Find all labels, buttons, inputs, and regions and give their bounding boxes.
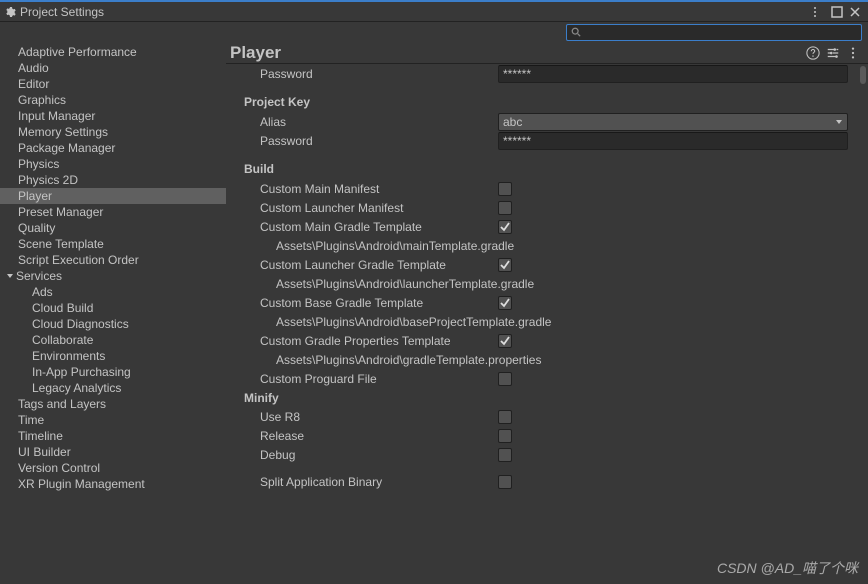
menu-icon[interactable] [813, 6, 825, 18]
sidebar-item-player[interactable]: Player [0, 188, 226, 204]
alias-label: Alias [244, 115, 498, 129]
content-pane: Player Password Project Key Alias abc [226, 42, 868, 584]
sidebar-item-version-control[interactable]: Version Control [0, 460, 226, 476]
search-box[interactable] [566, 24, 862, 41]
gear-icon [4, 6, 16, 18]
titlebar: Project Settings [0, 0, 868, 22]
custom-launcher-gradle-checkbox[interactable] [498, 258, 512, 272]
alias-dropdown[interactable]: abc [498, 113, 848, 131]
chevron-down-icon [4, 270, 16, 282]
debug-label: Debug [244, 448, 498, 462]
sidebar-item-input-manager[interactable]: Input Manager [0, 108, 226, 124]
sidebar-item-cloud-build[interactable]: Cloud Build [0, 300, 226, 316]
sidebar-item-ui-builder[interactable]: UI Builder [0, 444, 226, 460]
sidebar: Adaptive Performance Audio Editor Graphi… [0, 42, 226, 584]
window-title: Project Settings [20, 5, 810, 19]
sidebar-item-editor[interactable]: Editor [0, 76, 226, 92]
sidebar-item-services[interactable]: Services [0, 268, 226, 284]
scrollbar-thumb[interactable] [860, 66, 866, 84]
maximize-icon[interactable] [831, 6, 843, 18]
chevron-down-icon [835, 118, 843, 126]
sidebar-item-time[interactable]: Time [0, 412, 226, 428]
sidebar-item-adaptive-performance[interactable]: Adaptive Performance [0, 44, 226, 60]
custom-main-manifest-checkbox[interactable] [498, 182, 512, 196]
sidebar-item-cloud-diagnostics[interactable]: Cloud Diagnostics [0, 316, 226, 332]
sidebar-item-label: Services [16, 268, 62, 284]
search-input[interactable] [585, 26, 857, 38]
custom-main-gradle-label: Custom Main Gradle Template [244, 220, 498, 234]
custom-base-gradle-path: Assets\Plugins\Android\baseProjectTempla… [244, 315, 551, 329]
split-binary-label: Split Application Binary [244, 475, 498, 489]
help-icon[interactable] [806, 46, 820, 60]
sidebar-item-scene-template[interactable]: Scene Template [0, 236, 226, 252]
page-title: Player [230, 43, 800, 63]
sidebar-item-legacy-analytics[interactable]: Legacy Analytics [0, 380, 226, 396]
use-r8-label: Use R8 [244, 410, 498, 424]
close-icon[interactable] [849, 6, 861, 18]
content-header: Player [226, 42, 868, 64]
section-minify: Minify [244, 388, 848, 407]
sidebar-item-quality[interactable]: Quality [0, 220, 226, 236]
alias-value: abc [503, 115, 522, 129]
custom-proguard-label: Custom Proguard File [244, 372, 498, 386]
sidebar-item-physics-2d[interactable]: Physics 2D [0, 172, 226, 188]
custom-gradle-props-path: Assets\Plugins\Android\gradleTemplate.pr… [244, 353, 541, 367]
sidebar-item-graphics[interactable]: Graphics [0, 92, 226, 108]
custom-launcher-gradle-label: Custom Launcher Gradle Template [244, 258, 498, 272]
split-binary-checkbox[interactable] [498, 475, 512, 489]
custom-base-gradle-label: Custom Base Gradle Template [244, 296, 498, 310]
sidebar-item-script-execution-order[interactable]: Script Execution Order [0, 252, 226, 268]
content-body: Password Project Key Alias abc Password … [226, 64, 868, 584]
sidebar-item-xr-plugin-management[interactable]: XR Plugin Management [0, 476, 226, 492]
search-row [0, 22, 868, 42]
use-r8-checkbox[interactable] [498, 410, 512, 424]
sidebar-item-ads[interactable]: Ads [0, 284, 226, 300]
custom-gradle-props-label: Custom Gradle Properties Template [244, 334, 498, 348]
sidebar-item-in-app-purchasing[interactable]: In-App Purchasing [0, 364, 226, 380]
password2-field[interactable] [498, 132, 848, 150]
custom-main-gradle-path: Assets\Plugins\Android\mainTemplate.grad… [244, 239, 514, 253]
more-icon[interactable] [846, 46, 860, 60]
debug-checkbox[interactable] [498, 448, 512, 462]
release-checkbox[interactable] [498, 429, 512, 443]
search-icon [571, 27, 581, 37]
sidebar-item-collaborate[interactable]: Collaborate [0, 332, 226, 348]
sidebar-item-timeline[interactable]: Timeline [0, 428, 226, 444]
custom-proguard-checkbox[interactable] [498, 372, 512, 386]
section-project-key: Project Key [244, 83, 848, 112]
sidebar-item-environments[interactable]: Environments [0, 348, 226, 364]
custom-launcher-gradle-path: Assets\Plugins\Android\launcherTemplate.… [244, 277, 534, 291]
password-label: Password [244, 67, 498, 81]
custom-main-manifest-label: Custom Main Manifest [244, 182, 498, 196]
password-field[interactable] [498, 65, 848, 83]
release-label: Release [244, 429, 498, 443]
section-build: Build [244, 150, 848, 179]
custom-launcher-manifest-checkbox[interactable] [498, 201, 512, 215]
sidebar-item-package-manager[interactable]: Package Manager [0, 140, 226, 156]
sidebar-item-tags-layers[interactable]: Tags and Layers [0, 396, 226, 412]
custom-gradle-props-checkbox[interactable] [498, 334, 512, 348]
settings-icon[interactable] [826, 46, 840, 60]
sidebar-item-audio[interactable]: Audio [0, 60, 226, 76]
password2-label: Password [244, 134, 498, 148]
sidebar-item-memory-settings[interactable]: Memory Settings [0, 124, 226, 140]
sidebar-item-preset-manager[interactable]: Preset Manager [0, 204, 226, 220]
custom-main-gradle-checkbox[interactable] [498, 220, 512, 234]
custom-base-gradle-checkbox[interactable] [498, 296, 512, 310]
custom-launcher-manifest-label: Custom Launcher Manifest [244, 201, 498, 215]
sidebar-item-physics[interactable]: Physics [0, 156, 226, 172]
